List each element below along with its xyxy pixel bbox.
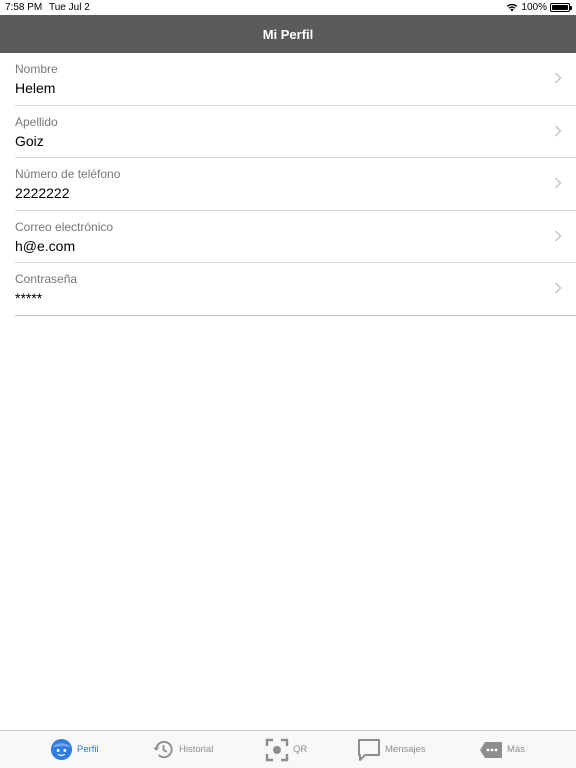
tab-label: Perfil	[77, 744, 99, 755]
profile-row-correo[interactable]: Correo electrónico h@e.com	[15, 211, 576, 263]
tab-perfil[interactable]: Perfil	[50, 731, 99, 768]
battery-percent: 100%	[521, 2, 547, 13]
tab-bar: Perfil Historial QR Mensajes Más	[0, 730, 576, 768]
page-title: Mi Perfil	[262, 26, 314, 42]
tab-mensajes[interactable]: Mensajes	[357, 731, 426, 768]
message-icon	[358, 738, 380, 761]
status-bar: 7:58 PM Tue Jul 2 100%	[0, 0, 576, 15]
row-label: Contraseña	[15, 272, 78, 286]
tab-mas[interactable]: Más	[479, 731, 525, 768]
row-label: Apellido	[15, 114, 58, 129]
tab-label: Más	[507, 744, 525, 755]
row-value: *****	[15, 290, 43, 306]
profile-row-telefono[interactable]: Número de teléfono 2222222	[15, 158, 576, 211]
history-icon	[153, 740, 173, 759]
tab-historial[interactable]: Historial	[152, 731, 213, 768]
profile-row-nombre[interactable]: Nombre Helem	[15, 53, 576, 106]
row-label: Nombre	[15, 62, 58, 76]
status-time: 7:58 PM	[5, 2, 43, 13]
row-label: Correo electrónico	[15, 219, 114, 234]
chevron-right-icon	[555, 125, 562, 136]
navigation-bar: Mi Perfil	[0, 15, 576, 53]
chevron-right-icon	[555, 230, 562, 241]
battery-icon	[550, 3, 572, 12]
row-label: Número de teléfono	[15, 167, 121, 181]
face-icon	[50, 738, 73, 761]
row-value: 2222222	[15, 185, 70, 201]
wifi-icon	[507, 3, 518, 12]
profile-row-contrasena[interactable]: Contraseña *****	[15, 263, 576, 316]
row-value: Helem	[15, 80, 56, 96]
more-tag-icon	[480, 741, 502, 758]
row-value: Goiz	[15, 132, 44, 149]
tab-label: QR	[293, 744, 308, 755]
chevron-right-icon	[555, 72, 562, 84]
status-right: 100%	[506, 2, 572, 13]
chevron-right-icon	[555, 177, 562, 189]
profile-list: Nombre Helem Apellido Goiz Número de tel…	[0, 53, 576, 316]
tab-label: Mensajes	[385, 744, 426, 755]
chevron-right-icon	[555, 282, 562, 294]
tab-label: Historial	[179, 744, 214, 755]
tab-qr[interactable]: QR	[265, 731, 307, 768]
profile-row-apellido[interactable]: Apellido Goiz	[15, 106, 576, 158]
qr-scan-icon	[265, 738, 289, 761]
row-value: h@e.com	[15, 237, 76, 254]
status-date: Tue Jul 2	[49, 2, 90, 13]
